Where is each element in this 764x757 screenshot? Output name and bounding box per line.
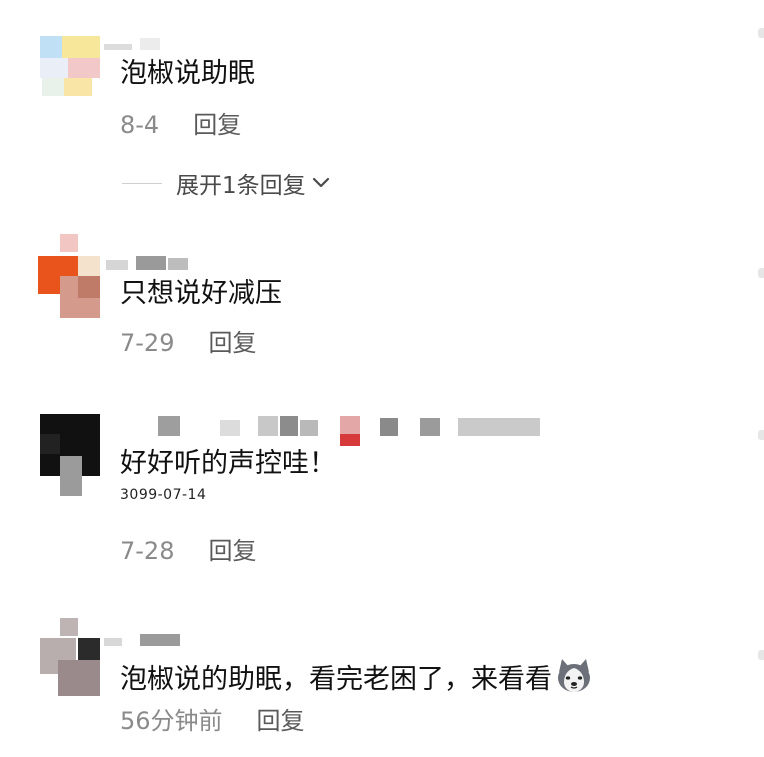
badge-date: 3099-07-14 bbox=[120, 487, 207, 503]
comment-date: 56分钟前 bbox=[120, 707, 223, 735]
reply-button[interactable]: 回复 bbox=[193, 111, 241, 139]
comment-date: 7-29 bbox=[120, 329, 175, 357]
scroll-indicator bbox=[758, 28, 764, 38]
comment-meta: 56分钟前 回复 bbox=[120, 706, 305, 736]
scroll-indicator bbox=[758, 268, 764, 278]
avatar[interactable] bbox=[38, 414, 102, 496]
comment-meta: 8-4 回复 bbox=[120, 110, 241, 140]
comment-item: 好好听的声控哇！ 7-28 回复 bbox=[0, 400, 764, 590]
avatar[interactable] bbox=[38, 618, 102, 696]
comment-text: 泡椒说的助眠，看完老困了，来看看 bbox=[120, 656, 594, 698]
reply-button[interactable]: 回复 bbox=[257, 707, 305, 735]
comment-date: 7-28 bbox=[120, 537, 175, 565]
comment-date: 8-4 bbox=[120, 111, 160, 139]
expand-replies-label: 展开1条回复 bbox=[176, 173, 306, 199]
expand-replies-button[interactable]: 展开1条回复 bbox=[122, 167, 332, 199]
comment-text-content: 泡椒说的助眠，看完老困了，来看看 bbox=[120, 664, 552, 695]
comment-text: 泡椒说助眠 bbox=[120, 58, 255, 89]
chevron-down-icon bbox=[312, 177, 329, 188]
divider bbox=[122, 182, 162, 184]
comment-item: 泡椒说助眠 8-4 回复 展开1条回复 bbox=[0, 0, 764, 230]
reply-button[interactable]: 回复 bbox=[208, 329, 256, 357]
comment-text: 只想说好减压 bbox=[120, 278, 282, 309]
reply-button[interactable]: 回复 bbox=[208, 537, 256, 565]
comment-text: 好好听的声控哇！ bbox=[120, 446, 336, 482]
comment-meta: 7-29 回复 bbox=[120, 328, 256, 358]
comment-meta: 7-28 回复 bbox=[120, 536, 256, 566]
scroll-indicator bbox=[758, 650, 764, 660]
husky-dog-emoji-icon bbox=[558, 659, 590, 692]
comment-text-content: 好好听的声控哇！ bbox=[120, 448, 336, 479]
avatar[interactable] bbox=[38, 234, 102, 318]
comment-item: 只想说好减压 7-29 回复 bbox=[0, 230, 764, 390]
avatar[interactable] bbox=[38, 36, 102, 100]
comment-item: 泡椒说的助眠，看完老困了，来看看 56分钟前 回复 bbox=[0, 600, 764, 757]
scroll-indicator bbox=[758, 430, 764, 440]
